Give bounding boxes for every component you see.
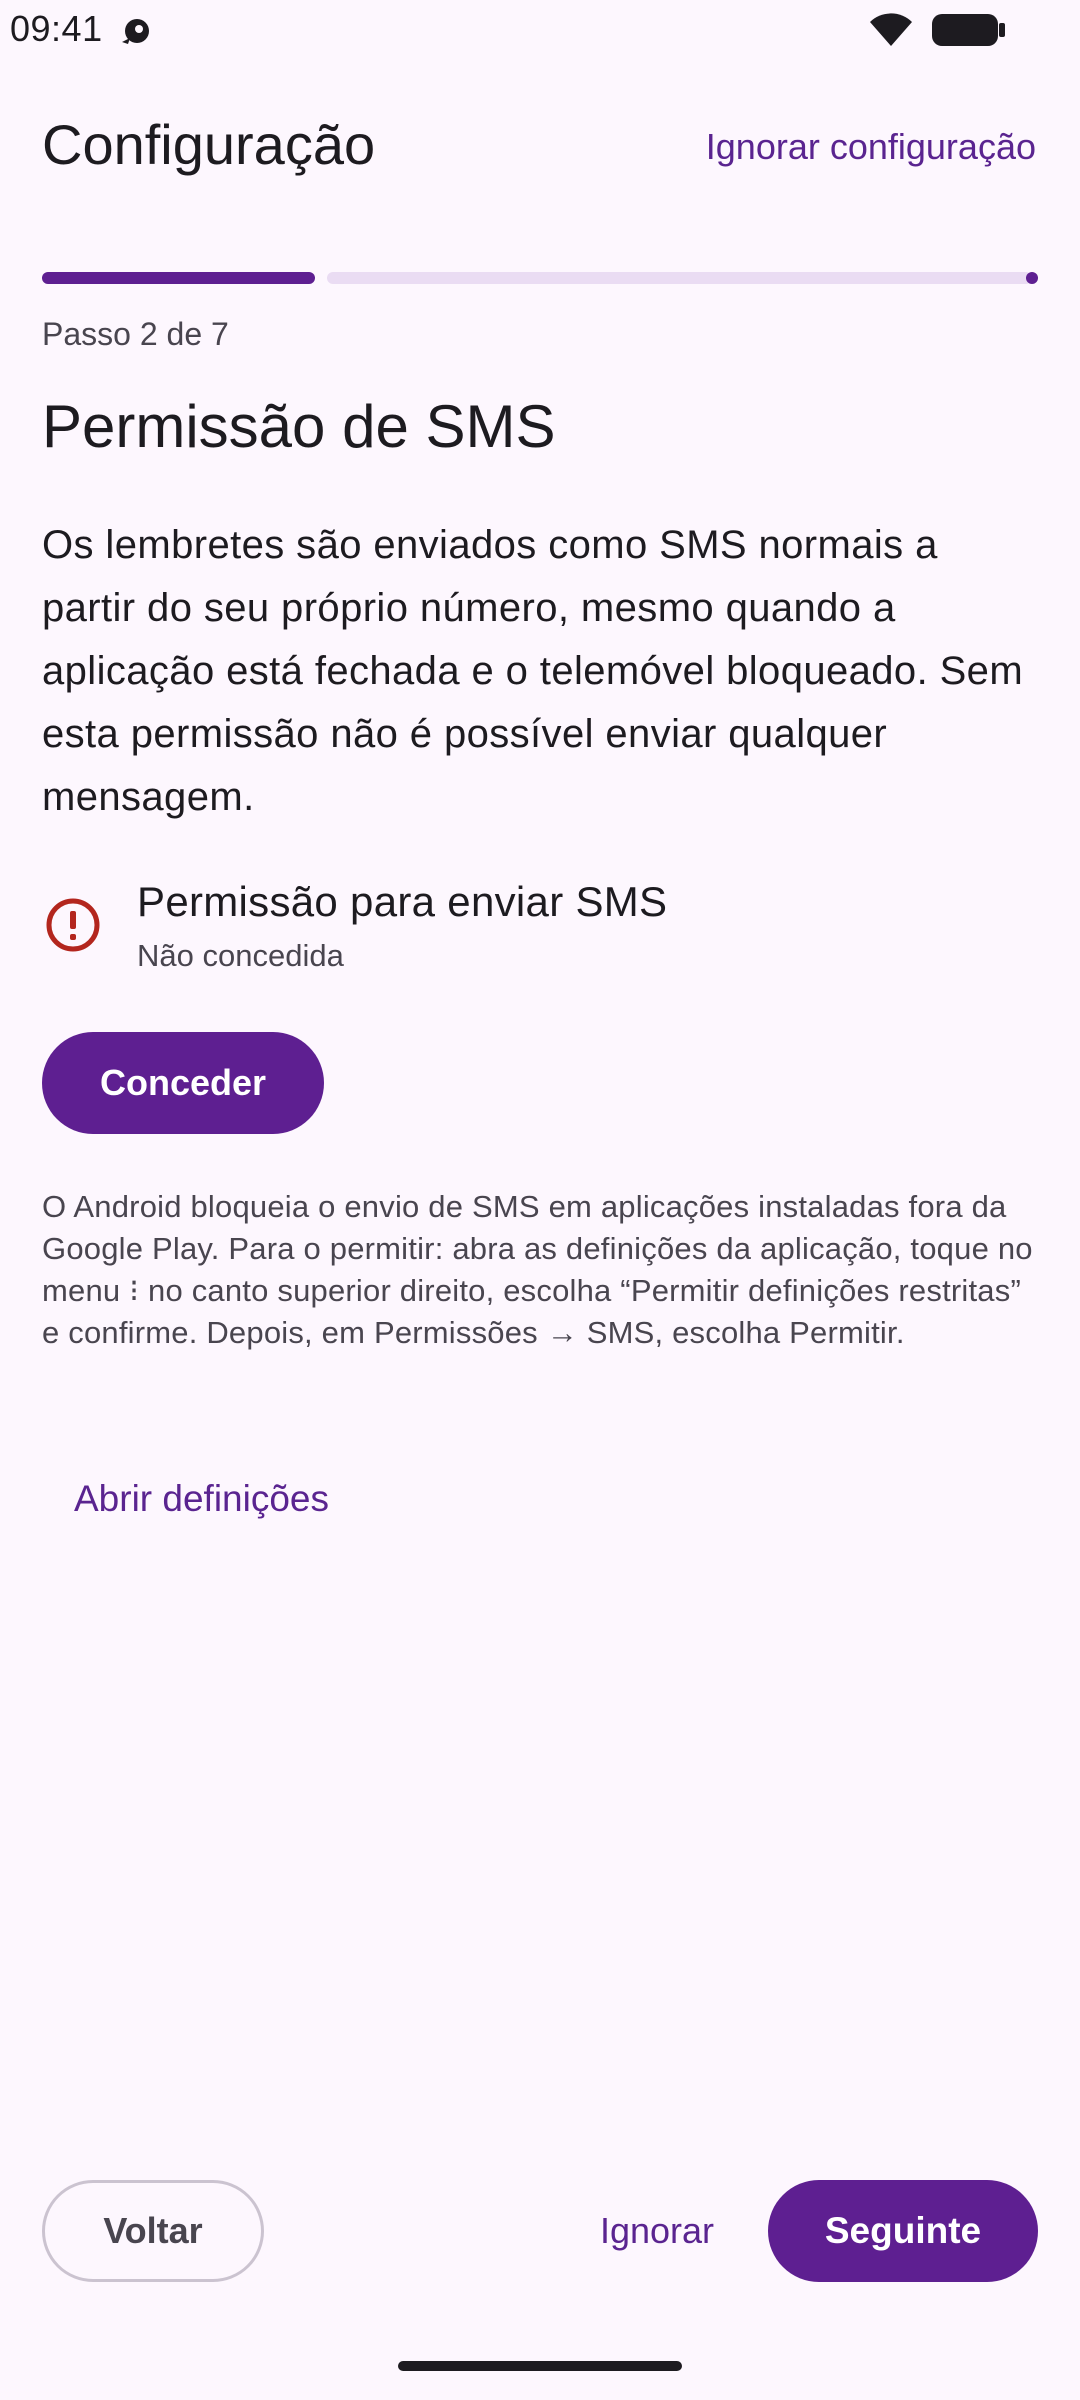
error-icon bbox=[46, 898, 100, 952]
help-text: O Android bloqueia o envio de SMS em apl… bbox=[42, 1189, 1033, 1350]
back-button[interactable]: Voltar bbox=[42, 2180, 264, 2282]
setup-progress-bar bbox=[42, 272, 1038, 284]
page-title: Configuração bbox=[42, 113, 376, 176]
permission-status: Não concedida bbox=[137, 938, 344, 973]
step-label: Passo 2 de 7 bbox=[42, 316, 229, 352]
section-heading: Permissão de SMS bbox=[42, 393, 556, 460]
progress-fill bbox=[42, 272, 315, 284]
open-settings-button[interactable]: Abrir definições bbox=[74, 1478, 329, 1520]
skip-setup-link[interactable]: Ignorar configuração bbox=[706, 126, 1036, 168]
permission-description: Os lembretes são enviados como SMS norma… bbox=[42, 523, 1024, 819]
status-time: 09:41 bbox=[10, 8, 103, 49]
progress-end-dot bbox=[1026, 272, 1038, 284]
grant-button[interactable]: Conceder bbox=[42, 1032, 324, 1134]
battery-icon bbox=[932, 14, 1005, 46]
progress-remaining bbox=[327, 272, 1032, 284]
next-button[interactable]: Seguinte bbox=[768, 2180, 1038, 2282]
home-indicator[interactable] bbox=[398, 2361, 682, 2371]
permission-title: Permissão para enviar SMS bbox=[137, 878, 668, 925]
sync-icon bbox=[122, 19, 149, 44]
wifi-icon bbox=[870, 13, 912, 47]
skip-button[interactable]: Ignorar bbox=[582, 2180, 732, 2282]
